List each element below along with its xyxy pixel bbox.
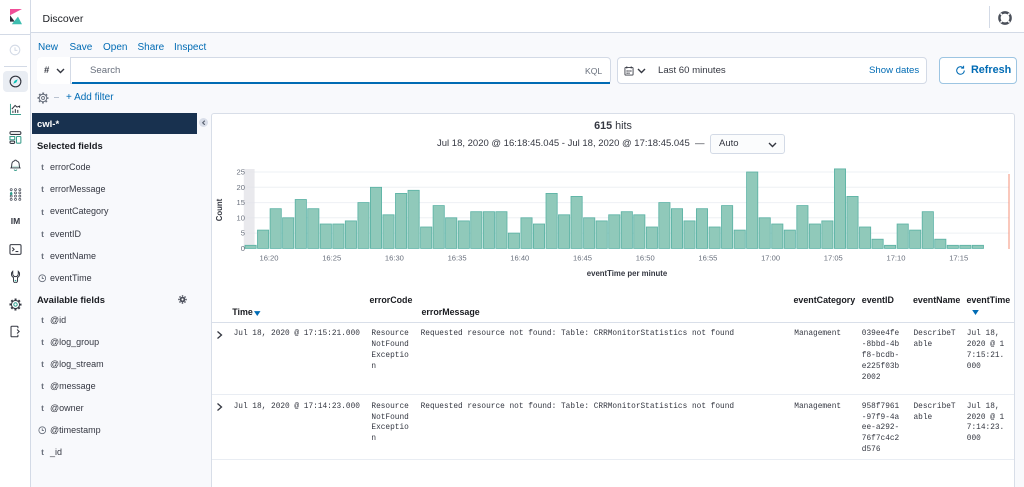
svg-text:16:55: 16:55 bbox=[698, 254, 717, 263]
svg-text:Count: Count bbox=[215, 198, 224, 221]
svg-text:17:10: 17:10 bbox=[886, 254, 905, 263]
svg-text:17:15: 17:15 bbox=[949, 254, 968, 263]
svg-text:16:45: 16:45 bbox=[573, 254, 592, 263]
svg-text:20: 20 bbox=[237, 183, 245, 192]
svg-text:25: 25 bbox=[237, 168, 245, 177]
svg-text:17:05: 17:05 bbox=[824, 254, 843, 263]
svg-text:10: 10 bbox=[237, 213, 245, 222]
svg-text:5: 5 bbox=[241, 229, 245, 238]
svg-text:15: 15 bbox=[237, 198, 245, 207]
svg-text:eventTime per minute: eventTime per minute bbox=[587, 269, 668, 278]
svg-text:16:35: 16:35 bbox=[448, 254, 467, 263]
svg-text:16:40: 16:40 bbox=[510, 254, 529, 263]
svg-text:0: 0 bbox=[241, 244, 245, 253]
svg-text:16:20: 16:20 bbox=[259, 254, 278, 263]
svg-text:17:00: 17:00 bbox=[761, 254, 780, 263]
svg-text:16:50: 16:50 bbox=[636, 254, 655, 263]
svg-text:16:30: 16:30 bbox=[385, 254, 404, 263]
svg-text:16:25: 16:25 bbox=[322, 254, 341, 263]
